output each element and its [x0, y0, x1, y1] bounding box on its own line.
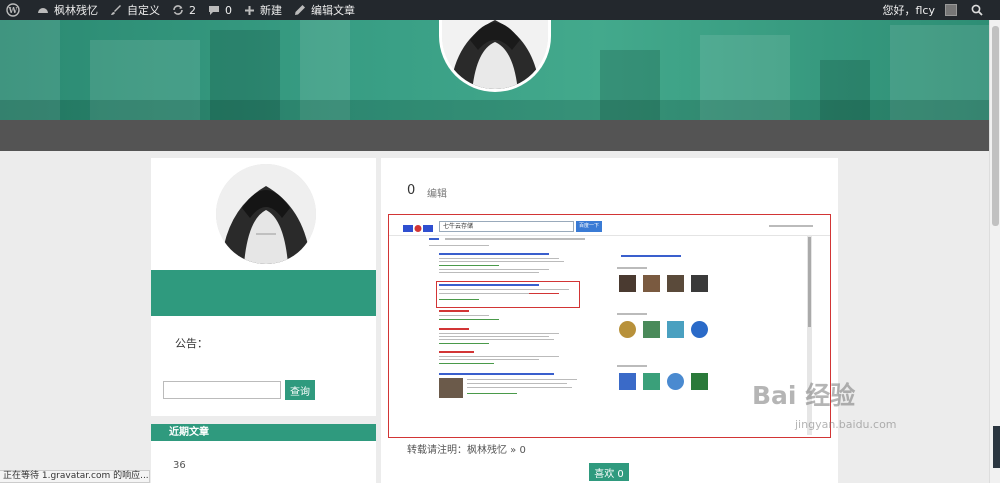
customize-label: 自定义 — [127, 4, 160, 17]
search-button[interactable]: 查询 — [285, 380, 315, 400]
recent-post-link[interactable]: 36 — [173, 460, 186, 471]
embedded-search-query: 七牛云存储 — [443, 223, 474, 230]
profile-card — [151, 158, 376, 270]
repost-notice: 转载请注明：枫林残忆 » 0 — [407, 445, 526, 456]
site-name-link[interactable]: 枫林残忆 — [31, 0, 104, 20]
comment-icon — [209, 6, 219, 15]
scrollbar-thumb[interactable] — [992, 26, 999, 226]
profile-banner — [151, 270, 376, 316]
search-logo — [403, 222, 433, 232]
page-scrollbar[interactable] — [989, 20, 1000, 483]
dashboard-icon — [38, 8, 48, 13]
wordpress-logo-icon[interactable]: W — [0, 0, 31, 20]
search-icon[interactable] — [961, 0, 1000, 20]
header-dark-band — [0, 120, 1000, 151]
plus-icon — [245, 5, 254, 15]
profile-avatar[interactable] — [216, 164, 316, 264]
post-card: 0 编辑 七牛云存储 百度一下 转载请注明：枫林残忆 » 0 喜欢 0 — [381, 158, 838, 483]
recent-posts-widget: 36 — [151, 441, 376, 483]
new-label: 新建 — [260, 4, 282, 17]
edit-link[interactable]: 编辑 — [427, 185, 447, 200]
customize-link[interactable]: 自定义 — [104, 0, 166, 20]
notice-label: 公告： — [175, 337, 208, 350]
baidu-watermark: Bai 经验 jingyan.baidu.com — [752, 376, 897, 431]
recent-posts-heading: 近期文章 — [151, 424, 376, 441]
search-input[interactable] — [163, 381, 281, 399]
svg-text:W: W — [8, 5, 19, 15]
post-title: 0 — [407, 183, 416, 198]
comments-count: 0 — [225, 3, 232, 17]
watermark-url: jingyan.baidu.com — [795, 418, 897, 431]
new-content-link[interactable]: 新建 — [238, 0, 288, 20]
account-greeting[interactable]: 您好，flcy — [877, 0, 942, 20]
edit-label: 编辑文章 — [311, 4, 355, 17]
pencil-icon — [295, 5, 305, 15]
admin-bar: W 枫林残忆 自定义 2 0 新建 编辑文章 您好，flcy — [0, 0, 1000, 20]
updates-link[interactable]: 2 — [166, 0, 202, 20]
embedded-search-button: 百度一下 — [576, 221, 602, 232]
site-name-label: 枫林残忆 — [54, 4, 98, 17]
watermark-logo: Bai 经验 — [752, 381, 856, 410]
embedded-search-box: 七牛云存储 — [439, 221, 574, 232]
updates-count: 2 — [189, 3, 196, 17]
side-feedback-tab[interactable] — [993, 426, 1000, 468]
browser-status-bar: 正在等待 1.gravatar.com 的响应... — [0, 470, 150, 483]
comments-link[interactable]: 0 — [202, 0, 238, 20]
refresh-icon — [173, 5, 183, 15]
like-button[interactable]: 喜欢 0 — [589, 463, 629, 481]
notice-widget: 公告： 查询 — [151, 316, 376, 416]
user-avatar-icon[interactable] — [941, 0, 961, 20]
edit-post-link[interactable]: 编辑文章 — [288, 0, 361, 20]
brush-icon — [111, 5, 121, 15]
